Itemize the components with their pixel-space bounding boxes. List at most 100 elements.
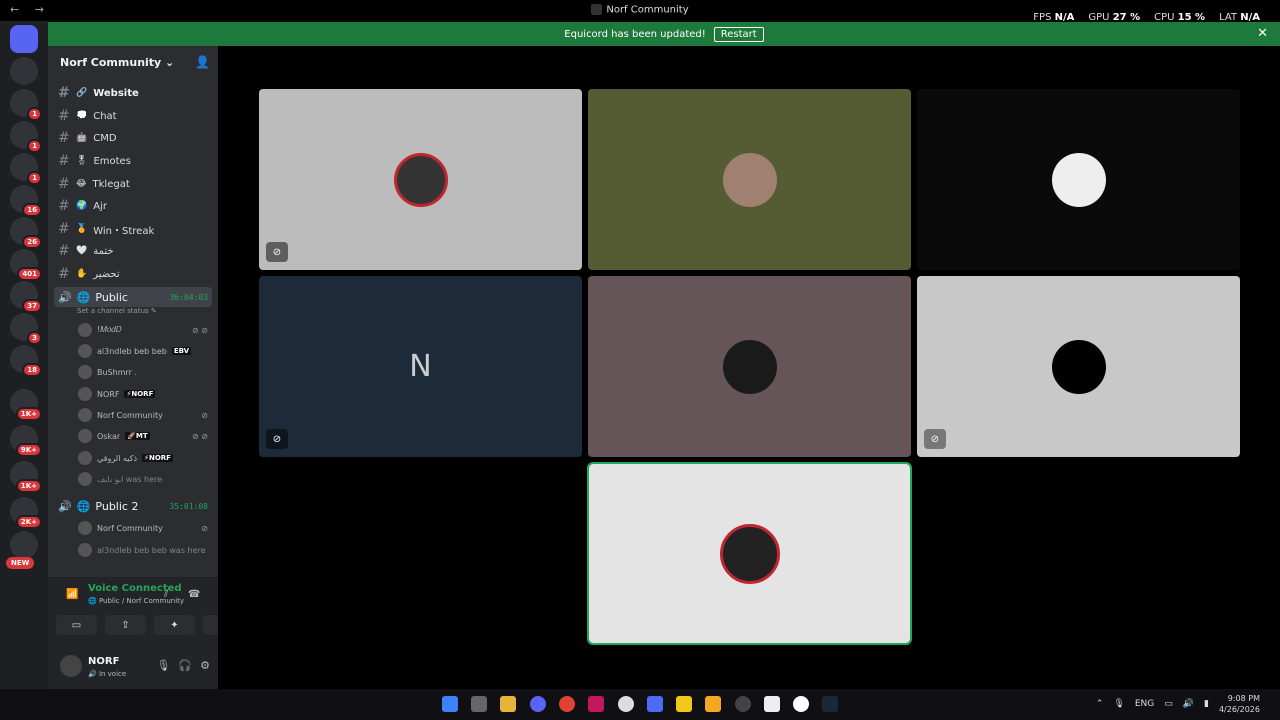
channel-tahdeer[interactable]: # ✋ تحضير [58, 264, 208, 284]
participant-tile[interactable] [588, 89, 911, 270]
server-icon[interactable]: 1 [10, 121, 42, 153]
camera-off-icon: ⊘ [924, 429, 946, 449]
channel-cmd[interactable]: # 🤖 CMD [58, 128, 208, 148]
participant-tile[interactable]: ⊘ [259, 89, 582, 270]
user-status: 🔊 In voice [88, 670, 127, 678]
voice-connected-channel[interactable]: 🌐 Public / Norf Community [88, 597, 184, 605]
clock[interactable]: 9:08 PM 4/26/2026 [1219, 693, 1260, 715]
server-icon[interactable]: 2K+ [10, 497, 42, 529]
taskbar-app-icon[interactable] [618, 696, 634, 712]
screen-share-button[interactable]: ⇪ [105, 615, 146, 635]
server-icon[interactable]: 1 [10, 89, 42, 121]
channel-win-streak[interactable]: # 🏅 Win・Streak [58, 219, 208, 239]
voice-timer: 35:01:08 [169, 501, 208, 511]
taskbar: ⌃ 🎙 ENG ▭ 🔊 ▮ 9:08 PM 4/26/2026 [0, 689, 1280, 720]
server-icon[interactable]: 401 [10, 249, 42, 281]
voice-user[interactable]: NORF ⚡NORF [78, 385, 208, 403]
add-person-icon[interactable]: 👤 [195, 55, 210, 69]
headphones-icon[interactable]: 🎧 [178, 659, 192, 672]
hash-icon: # [58, 153, 70, 169]
avatar [78, 408, 92, 422]
voice-user[interactable]: ذكيه الروقي ⚡NORF [78, 449, 208, 467]
channel-ajr[interactable]: # 🌍 Ajr [58, 196, 208, 216]
voice-channel-public[interactable]: 🔊 🌐 Public 36:04:03 [54, 287, 212, 307]
taskbar-app-icon[interactable] [735, 696, 751, 712]
username[interactable]: NORF [88, 656, 119, 667]
taskbar-app-icon[interactable] [676, 696, 692, 712]
microphone-icon[interactable]: 🎙 [1113, 699, 1124, 709]
server-icon[interactable]: 18 [10, 345, 42, 377]
participant-tile[interactable]: N ⊘ [259, 276, 582, 457]
chevron-up-icon[interactable]: ⌃ [1096, 699, 1104, 709]
server-icon[interactable]: 1K+ [10, 389, 42, 421]
voice-user[interactable]: al3ndleb beb beb EBV [78, 342, 208, 360]
windows-start-icon[interactable] [442, 696, 458, 712]
voice-actions: ▭ ⇪ ✦ ♪ [56, 615, 244, 635]
participant-tile[interactable]: ⊘ [917, 276, 1240, 457]
battery-icon[interactable]: ▮ [1204, 699, 1209, 709]
volume-icon[interactable]: 🔊 [1183, 699, 1194, 709]
gear-icon[interactable] [10, 57, 38, 85]
camera-off-icon: ⊘ [266, 242, 288, 262]
camera-off-icon: ⊘ [201, 523, 208, 533]
camera-toggle-button[interactable]: ▭ [56, 615, 97, 635]
activities-button[interactable]: ✦ [154, 615, 195, 635]
participant-tile[interactable] [917, 89, 1240, 270]
language-indicator[interactable]: ENG [1135, 699, 1154, 709]
voice-user[interactable]: ابو نايف was here [78, 470, 208, 488]
disconnect-icon[interactable]: ☎ [188, 589, 200, 600]
channel-status[interactable]: Set a channel status ✎ [77, 307, 157, 315]
deafened-icon: ⊘ ⊘ [192, 431, 208, 441]
voice-user[interactable]: Norf Community ⊘ [78, 406, 208, 424]
server-icon[interactable]: 9K+ [10, 425, 42, 457]
server-icon[interactable]: 37 [10, 281, 42, 313]
voice-user[interactable]: Norf Community ⊘ [78, 519, 208, 537]
participant-tile-speaking[interactable] [587, 462, 912, 645]
camera-off-icon: ⊘ [266, 429, 288, 449]
gear-icon[interactable]: ⚙ [200, 659, 210, 672]
steam-icon[interactable] [822, 696, 838, 712]
voice-user[interactable]: Oskar 🚀MT ⊘ ⊘ [78, 427, 208, 445]
network-icon[interactable]: ▭ [1164, 699, 1173, 709]
discord-icon[interactable] [530, 696, 546, 712]
taskbar-app-icon[interactable] [764, 696, 780, 712]
avatar [1051, 339, 1106, 394]
server-icon[interactable] [10, 531, 38, 559]
voice-timer: 36:04:03 [169, 292, 208, 302]
server-icon[interactable]: 3 [10, 313, 42, 345]
hash-icon: # [58, 108, 70, 124]
channel-emotes[interactable]: # 🎖 Emotes [58, 151, 208, 171]
taskbar-app-icon[interactable] [793, 696, 809, 712]
voice-user[interactable]: al3ndleb beb beb was here [78, 541, 208, 559]
globe-icon: 🌐 [76, 499, 91, 513]
channel-website[interactable]: # 🔗 Website [58, 83, 208, 103]
taskbar-app-icon[interactable] [647, 696, 663, 712]
taskbar-app-icon[interactable] [588, 696, 604, 712]
server-icon[interactable]: 1K+ [10, 461, 42, 493]
taskbar-app-icon[interactable] [705, 696, 721, 712]
discord-home-icon[interactable] [10, 25, 38, 53]
channel-tklegat[interactable]: # 😂 Tklegat [58, 174, 208, 194]
taskbar-app-icon[interactable] [471, 696, 487, 712]
server-icon[interactable]: 1 [10, 153, 42, 185]
microphone-icon[interactable]: 🎙 [156, 659, 170, 672]
participant-tile[interactable] [588, 276, 911, 457]
update-notice-text: Equicord has been updated! [564, 28, 706, 40]
signal-icon[interactable]: 📶 [66, 589, 78, 600]
file-explorer-icon[interactable] [500, 696, 516, 712]
hash-icon: # [58, 221, 70, 237]
voice-channel-public-2[interactable]: 🔊 🌐 Public 2 35:01:08 [54, 496, 212, 516]
server-icon[interactable]: 16 [10, 185, 42, 217]
noise-suppression-icon[interactable]: ⫽ [164, 589, 168, 600]
server-icon[interactable]: 26 [10, 217, 42, 249]
close-icon[interactable]: ✕ [1257, 26, 1268, 41]
channel-chat[interactable]: # 💭 Chat [58, 106, 208, 126]
server-header[interactable]: Norf Community ⌄ 👤 [48, 46, 218, 78]
avatar[interactable] [60, 655, 82, 677]
channel-khatma[interactable]: # 🤍 ختمة [58, 241, 208, 261]
restart-button[interactable]: Restart [713, 26, 764, 42]
chrome-icon[interactable] [559, 696, 575, 712]
avatar [78, 521, 92, 535]
voice-user[interactable]: !𝑀𝑜𝑑𝐷 ⊘ ⊘ [78, 321, 208, 339]
voice-user[interactable]: BuShmrr . [78, 363, 208, 381]
